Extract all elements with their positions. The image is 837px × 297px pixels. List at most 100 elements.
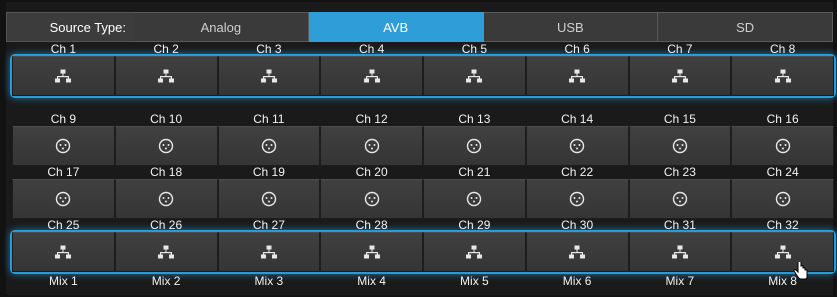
- channel-source-button[interactable]: [12, 232, 115, 272]
- channel-label: Ch 29: [458, 218, 491, 232]
- channel-source-button[interactable]: [525, 126, 629, 166]
- tab-sd[interactable]: SD: [658, 12, 833, 42]
- channel-source-button[interactable]: [731, 232, 834, 272]
- channel-source-button[interactable]: [320, 232, 423, 272]
- xlr-input-icon: [672, 138, 688, 154]
- channel-source-button[interactable]: [423, 56, 526, 96]
- channel-source-button[interactable]: [12, 126, 115, 166]
- tab-analog[interactable]: Analog: [134, 12, 309, 42]
- channel-button-row: [12, 232, 834, 272]
- network-icon: [774, 245, 791, 259]
- mix-label: Mix 2: [151, 274, 181, 288]
- xlr-input-icon: [466, 191, 482, 207]
- channel-label: Ch 31: [663, 218, 696, 232]
- source-type-bar: Source Type: Analog AVB USB SD: [6, 12, 833, 42]
- channel-label: Ch 13: [458, 112, 491, 126]
- channel-label: Ch 16: [766, 112, 799, 126]
- channel-labels: Ch 1 Ch 2 Ch 3 Ch 4 Ch 5 Ch 6 Ch 7 Ch 8: [12, 40, 834, 56]
- mix-label: Mix 1: [49, 274, 78, 288]
- channel-source-button[interactable]: [320, 179, 423, 219]
- channel-labels: Ch 9 Ch 10 Ch 11 Ch 12 Ch 13 Ch 14 Ch 15 Ch 16: [12, 110, 834, 126]
- channel-label: Ch 23: [663, 165, 696, 179]
- channel-source-button[interactable]: [525, 56, 629, 96]
- channel-row-2: Ch 9 Ch 10 Ch 11 Ch 12 Ch 13 Ch 14 Ch 15 Ch 16: [12, 110, 834, 166]
- xlr-input-icon: [775, 191, 791, 207]
- channel-label: Ch 5: [461, 42, 488, 56]
- network-icon: [466, 245, 483, 259]
- network-icon: [260, 245, 277, 259]
- mix-label: Mix 8: [768, 274, 797, 288]
- channel-label: Ch 18: [150, 165, 183, 179]
- xlr-input-icon: [364, 191, 380, 207]
- xlr-input-icon: [775, 138, 791, 154]
- channel-label: Ch 19: [252, 165, 285, 179]
- network-icon: [774, 69, 791, 83]
- channel-source-button[interactable]: [628, 179, 732, 219]
- channel-source-button[interactable]: [114, 232, 218, 272]
- channel-label: Ch 6: [564, 42, 590, 56]
- network-icon: [671, 69, 688, 83]
- mix-labels: Mix 1 Mix 2 Mix 3 Mix 4 Mix 5 Mix 6 Mix 7 Mix 8: [12, 272, 834, 288]
- channel-source-button[interactable]: [114, 179, 218, 219]
- channel-source-button[interactable]: [731, 126, 834, 166]
- channel-source-button[interactable]: [628, 232, 732, 272]
- channel-label: Ch 21: [458, 165, 491, 179]
- channel-label: Ch 10: [150, 112, 183, 126]
- channel-source-button[interactable]: [12, 56, 115, 96]
- channel-source-button[interactable]: [525, 232, 629, 272]
- network-icon: [158, 245, 175, 259]
- channel-button-row: [12, 126, 834, 166]
- channel-source-button[interactable]: [423, 232, 526, 272]
- channel-source-button[interactable]: [217, 232, 321, 272]
- channel-source-button[interactable]: [217, 56, 321, 96]
- network-icon: [363, 245, 380, 259]
- channel-source-button[interactable]: [525, 179, 629, 219]
- channel-source-button[interactable]: [114, 56, 218, 96]
- channel-source-button[interactable]: [423, 126, 526, 166]
- xlr-input-icon: [55, 191, 71, 207]
- channel-label: Ch 12: [355, 112, 388, 126]
- channel-labels: Ch 17 Ch 18 Ch 19 Ch 20 Ch 21 Ch 22 Ch 23 Ch 24: [12, 163, 834, 179]
- hand-cursor-icon: [793, 259, 809, 285]
- channel-source-button[interactable]: [114, 126, 218, 166]
- network-icon: [260, 69, 277, 83]
- channel-label: Ch 1: [50, 42, 77, 56]
- xlr-input-icon: [261, 191, 277, 207]
- channel-source-button[interactable]: [320, 126, 423, 166]
- channel-source-button[interactable]: [731, 179, 834, 219]
- network-icon: [363, 69, 380, 83]
- network-icon: [55, 69, 72, 83]
- xlr-input-icon: [55, 138, 71, 154]
- xlr-input-icon: [158, 138, 174, 154]
- channel-source-button[interactable]: [628, 56, 732, 96]
- network-icon: [466, 69, 483, 83]
- network-icon: [158, 69, 175, 83]
- channel-label: Ch 27: [252, 218, 285, 232]
- mix-label: Mix 4: [357, 274, 386, 288]
- channel-label: Ch 22: [561, 165, 594, 179]
- channel-source-button[interactable]: [217, 126, 321, 166]
- source-routing-panel: Source Type: Analog AVB USB SD Ch 1 Ch 2C…: [6, 2, 834, 295]
- channel-source-button[interactable]: [320, 56, 423, 96]
- channel-source-button[interactable]: [217, 179, 321, 219]
- channel-source-button[interactable]: [731, 56, 834, 96]
- channel-row-3: Ch 17 Ch 18 Ch 19 Ch 20 Ch 21 Ch 22 Ch 23 Ch 24: [12, 163, 834, 219]
- network-icon: [569, 245, 586, 259]
- source-type-label: Source Type:: [6, 12, 134, 42]
- channel-label: Ch 14: [561, 112, 594, 126]
- channel-source-button[interactable]: [423, 179, 526, 219]
- channel-source-button[interactable]: [12, 179, 115, 219]
- channel-label: Ch 15: [663, 112, 696, 126]
- channel-row-1: Ch 1 Ch 2 Ch 3 Ch 4 Ch 5 Ch 6 Ch 7 Ch 8: [12, 40, 834, 96]
- tab-avb[interactable]: AVB: [308, 12, 484, 42]
- channel-label: Ch 8: [769, 42, 796, 56]
- mix-label: Mix 6: [562, 274, 592, 288]
- channel-button-row: [12, 56, 834, 96]
- xlr-input-icon: [158, 191, 174, 207]
- mix-label: Mix 3: [254, 274, 284, 288]
- channel-row-4: Ch 25 Ch 26 Ch 27 Ch 28 Ch 29 Ch 30 Ch 31 Ch 32: [12, 216, 834, 272]
- mix-label: Mix 7: [665, 274, 695, 288]
- channel-source-button[interactable]: [628, 126, 732, 166]
- tab-usb[interactable]: USB: [483, 12, 659, 42]
- channel-labels: Ch 25 Ch 26 Ch 27 Ch 28 Ch 29 Ch 30 Ch 31 Ch 32: [12, 216, 834, 232]
